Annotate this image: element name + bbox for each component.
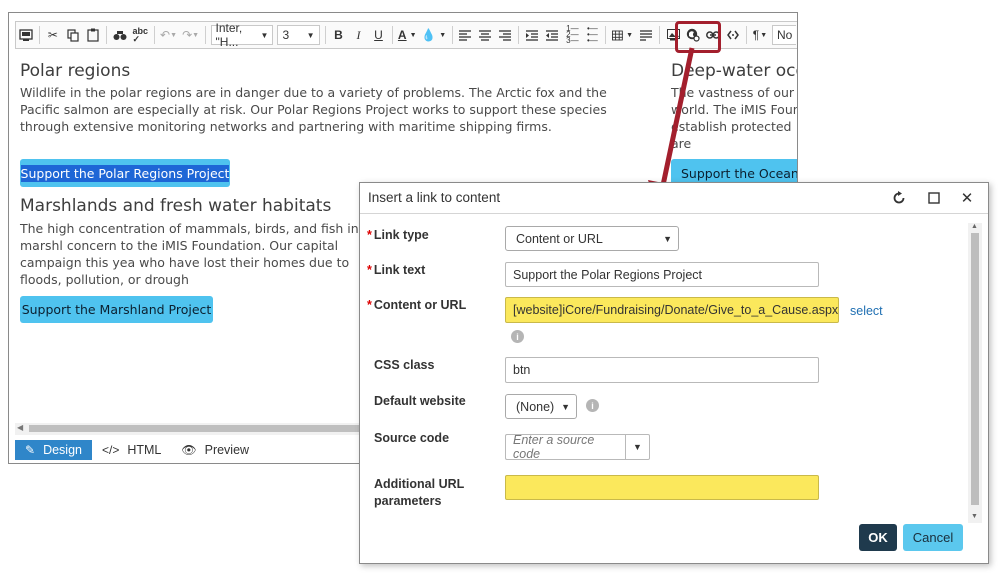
format-value: No	[776, 28, 793, 42]
align-center-icon[interactable]	[475, 23, 495, 47]
paragraph-mark-label: ¶	[752, 28, 760, 42]
insert-link-dialog: Insert a link to content ✕ * Link type Co…	[359, 182, 989, 564]
scroll-left-icon[interactable]: ◀	[17, 423, 23, 432]
tab-design[interactable]: ✎ Design	[15, 440, 92, 460]
copy-icon[interactable]	[63, 23, 83, 47]
scroll-down-icon[interactable]: ▼	[971, 513, 978, 520]
info-icon: i	[586, 399, 599, 412]
unlink-icon[interactable]	[723, 23, 743, 47]
dialog-titlebar: Insert a link to content ✕	[360, 183, 988, 214]
tab-preview-label: Preview	[204, 443, 250, 457]
default-website-label: Default website	[374, 394, 466, 408]
underline-button[interactable]: U	[369, 23, 389, 47]
code-icon: </>	[101, 443, 120, 457]
font-family-value: Inter, "H...	[215, 21, 243, 49]
content-url-label: * Content or URL	[367, 298, 467, 312]
cut-icon[interactable]: ✂	[43, 23, 63, 47]
outdent-icon[interactable]	[542, 23, 562, 47]
section-heading: Marshlands and fresh water habitats	[20, 196, 332, 216]
link-type-value: Content or URL	[516, 231, 603, 246]
font-color-button[interactable]: A ▼	[395, 23, 419, 47]
selected-link-text: Support the Polar Regions Project	[20, 164, 230, 182]
additional-url-label: Additional URL parameters	[374, 477, 465, 508]
cancel-button[interactable]: Cancel	[903, 524, 963, 551]
link-text-input[interactable]: Support the Polar Regions Project	[505, 262, 819, 287]
source-code-label: Source code	[374, 431, 450, 445]
section-body: The high concentration of mammals, birds…	[20, 221, 359, 287]
tab-preview[interactable]: 👁 Preview	[171, 440, 259, 460]
ordered-list-icon[interactable]: 1— 2— 3—	[562, 23, 582, 47]
content-url-input[interactable]: [website]iCore/Fundraising/Donate/Give_t…	[505, 297, 839, 323]
align-left-icon[interactable]	[455, 23, 475, 47]
dialog-title: Insert a link to content	[368, 190, 501, 205]
scroll-up-icon[interactable]: ▲	[971, 223, 978, 230]
refresh-icon[interactable]	[888, 188, 910, 208]
link-text-label: * Link text	[367, 263, 426, 277]
indent-icon[interactable]	[522, 23, 542, 47]
italic-button[interactable]: I	[349, 23, 369, 47]
scrollbar-thumb[interactable]	[971, 233, 979, 505]
find-icon[interactable]	[110, 23, 130, 47]
paragraph-marks-button[interactable]: ¶ ▼	[750, 23, 770, 47]
background-color-icon[interactable]: 💧 ▼	[419, 23, 449, 47]
additional-url-input[interactable]	[505, 475, 819, 500]
default-website-value: (None)	[516, 399, 555, 414]
source-code-dropdown-button[interactable]: ▼	[625, 434, 650, 460]
eye-icon: 👁	[181, 443, 197, 457]
redo-icon[interactable]: ↷ ▼	[180, 23, 202, 47]
font-family-select[interactable]: Inter, "H... ▼	[210, 22, 274, 48]
table-icon[interactable]: ▼	[609, 23, 636, 47]
source-code-input[interactable]: Enter a source code	[505, 433, 627, 461]
bold-button[interactable]: B	[329, 23, 349, 47]
section-heading: Polar regions	[20, 61, 131, 81]
chevron-down-icon: ▼	[260, 30, 269, 40]
bullet-list-icon[interactable]: •— •— •—	[582, 23, 602, 47]
default-website-select[interactable]: (None) ▼	[505, 394, 577, 419]
section-body: Wildlife in the polar regions are in dan…	[20, 85, 607, 134]
chevron-down-icon: ▼	[561, 401, 570, 412]
save-icon[interactable]	[16, 23, 36, 47]
chevron-down-icon: ▼	[306, 30, 315, 40]
marshland-button[interactable]: Support the Marshland Project	[20, 296, 213, 323]
link-type-label: * Link type	[367, 228, 429, 242]
font-size-select[interactable]: 3 ▼	[277, 25, 320, 45]
align-right-icon[interactable]	[495, 23, 515, 47]
css-class-label: CSS class	[374, 358, 435, 372]
ok-button[interactable]: OK	[859, 524, 897, 551]
chevron-down-icon: ▼	[633, 442, 642, 452]
chevron-down-icon: ▼	[663, 233, 672, 244]
undo-icon[interactable]: ↶ ▼	[157, 23, 179, 47]
css-class-input[interactable]: btn	[505, 357, 819, 383]
info-icon: i	[511, 330, 524, 343]
font-size-value: 3	[282, 28, 290, 42]
format-select[interactable]: No	[771, 25, 796, 45]
tab-html[interactable]: </> HTML	[92, 440, 171, 460]
maximize-icon[interactable]	[923, 188, 945, 208]
pencil-icon: ✎	[25, 443, 36, 457]
select-link[interactable]: select	[850, 304, 883, 318]
spellcheck-icon[interactable]: abc ✓	[130, 23, 151, 47]
font-color-label: A	[397, 28, 407, 42]
tab-design-label: Design	[43, 443, 82, 457]
polar-regions-button[interactable]: Support the Polar Regions Project	[20, 159, 230, 187]
tab-html-label: HTML	[127, 443, 162, 457]
close-icon[interactable]: ✕	[956, 188, 978, 208]
paste-icon[interactable]	[83, 23, 103, 47]
link-type-select[interactable]: Content or URL ▼	[505, 226, 679, 251]
vertical-scrollbar[interactable]: ▲ ▼	[968, 223, 982, 523]
